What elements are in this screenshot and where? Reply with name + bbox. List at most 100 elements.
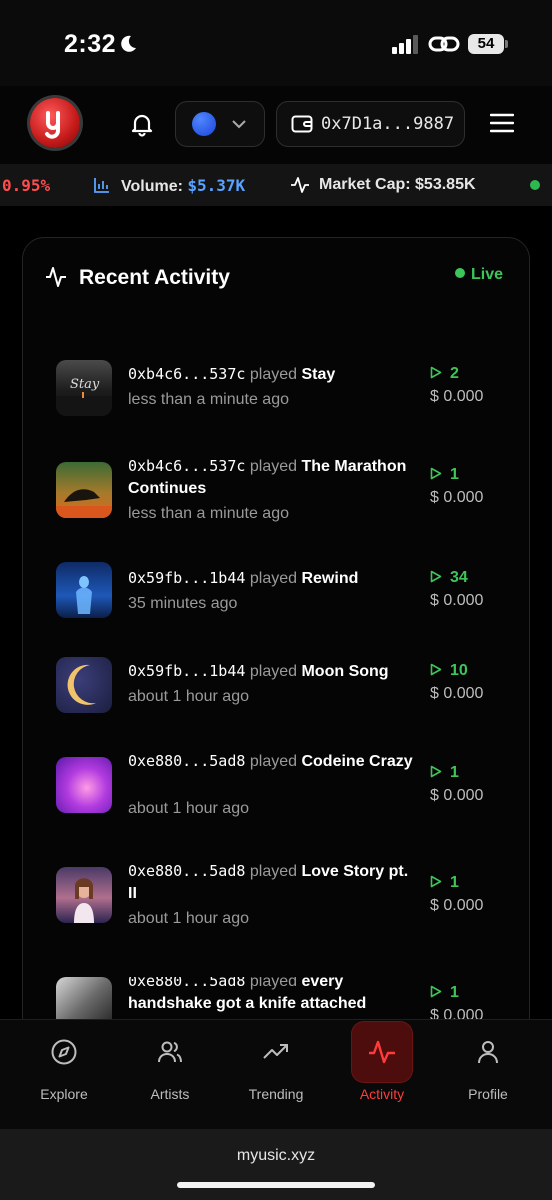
- play-icon: [430, 875, 442, 888]
- play-count: 1: [430, 764, 459, 782]
- nav-trending[interactable]: Trending: [226, 1020, 326, 1120]
- nav-label: Activity: [359, 1086, 405, 1102]
- listener-address[interactable]: 0x59fb...1b44: [128, 662, 245, 680]
- played-label: played: [249, 366, 298, 383]
- play-count-value: 1: [450, 764, 459, 781]
- played-label: played: [249, 458, 298, 475]
- album-cover-moon-song[interactable]: [56, 657, 112, 713]
- play-count-value: 2: [450, 365, 459, 382]
- bar-chart-icon: [94, 178, 109, 193]
- album-cover-rewind[interactable]: [56, 562, 112, 618]
- bell-icon[interactable]: [128, 110, 156, 138]
- play-icon: [430, 570, 442, 583]
- song-title[interactable]: Stay: [301, 366, 335, 383]
- network-icon: [192, 112, 216, 136]
- status-dot: [530, 180, 540, 190]
- activity-row[interactable]: 0x59fb...1b44 played Moon Song about 1 h…: [23, 655, 529, 755]
- earnings-amount: $ 0.000: [430, 592, 484, 609]
- play-count-value: 1: [450, 984, 459, 1001]
- wallet-button[interactable]: 0x7D1a...9887: [276, 101, 465, 147]
- activity-text: 0x59fb...1b44 played Moon Song: [128, 660, 413, 683]
- activity-icon: [369, 1040, 395, 1064]
- nav-profile[interactable]: Profile: [438, 1020, 538, 1120]
- album-cover-codeine-crazy[interactable]: [56, 757, 112, 813]
- play-count-value: 34: [450, 569, 468, 586]
- activity-row[interactable]: 0xe880...5ad8 played every handshake got…: [23, 977, 529, 1019]
- song-title[interactable]: Moon Song: [301, 663, 388, 680]
- volume-stat: Volume: $5.37K: [121, 176, 245, 196]
- users-icon: [158, 1041, 182, 1063]
- song-title[interactable]: Rewind: [301, 570, 358, 587]
- activity-row[interactable]: 0xb4c6...537c played The Marathon Contin…: [23, 457, 529, 560]
- activity-row[interactable]: 0xe880...5ad8 played Love Story pt. II a…: [23, 862, 529, 967]
- hamburger-menu-icon[interactable]: [490, 112, 514, 134]
- play-count-value: 1: [450, 466, 459, 483]
- volume-label: Volume:: [121, 178, 183, 195]
- play-icon: [430, 765, 442, 778]
- pulse-icon: [291, 177, 309, 193]
- activity-time: about 1 hour ago: [128, 688, 249, 705]
- svg-text:Stay: Stay: [70, 377, 100, 392]
- activity-text: 0xe880...5ad8 played Love Story pt. II: [128, 860, 413, 905]
- recent-activity-card: Recent Activity Live Stay 0xb4c6...537c …: [22, 237, 530, 1099]
- activity-row[interactable]: Stay 0xb4c6...537c played Stay less than…: [23, 358, 529, 458]
- activity-row[interactable]: 0xe880...5ad8 played Codeine Crazy about…: [23, 752, 529, 857]
- listener-address[interactable]: 0xb4c6...537c: [128, 457, 245, 475]
- activity-icon: [46, 267, 66, 287]
- activity-time: about 1 hour ago: [128, 910, 249, 927]
- market-cap-value: $53.85K: [415, 176, 476, 193]
- link-icon: [428, 36, 460, 52]
- play-icon: [430, 663, 442, 676]
- activity-text: 0x59fb...1b44 played Rewind: [128, 567, 413, 590]
- network-selector-button[interactable]: [175, 101, 265, 147]
- cellular-signal-icon: [392, 35, 418, 54]
- nav-artists[interactable]: Artists: [120, 1020, 220, 1120]
- activity-row[interactable]: 0x59fb...1b44 played Rewind 35 minutes a…: [23, 562, 529, 662]
- battery-tip: [505, 40, 508, 48]
- app-logo[interactable]: [30, 98, 80, 148]
- album-cover-the-marathon-continues[interactable]: [56, 462, 112, 518]
- live-label: Live: [471, 266, 504, 283]
- listener-address[interactable]: 0xe880...5ad8: [128, 977, 245, 990]
- play-icon: [430, 467, 442, 480]
- status-bar: 2:32 54: [0, 0, 552, 86]
- chevron-down-icon: [232, 120, 246, 129]
- moon-icon: [121, 35, 136, 52]
- trending-icon: [263, 1044, 288, 1059]
- activity-time: less than a minute ago: [128, 505, 289, 522]
- play-icon: [430, 366, 442, 379]
- home-indicator[interactable]: [177, 1182, 375, 1188]
- nav-explore[interactable]: Explore: [14, 1020, 114, 1120]
- earnings-amount: $ 0.000: [430, 388, 484, 405]
- market-cap-stat: Market Cap: $53.85K: [319, 176, 476, 194]
- battery-level: 54: [468, 34, 504, 54]
- play-count: 1: [430, 466, 459, 484]
- nav-label: Trending: [248, 1086, 304, 1102]
- play-count: 1: [430, 984, 459, 1002]
- album-cover-every-handshake[interactable]: [56, 977, 112, 1019]
- live-badge: Live: [455, 266, 503, 284]
- listener-address[interactable]: 0xb4c6...537c: [128, 365, 245, 383]
- play-count: 1: [430, 874, 459, 892]
- earnings-amount: $ 0.000: [430, 489, 484, 506]
- listener-address[interactable]: 0x59fb...1b44: [128, 569, 245, 587]
- market-cap-label: Market Cap:: [319, 176, 411, 193]
- play-count: 10: [430, 662, 468, 680]
- played-label: played: [249, 753, 298, 770]
- played-label: played: [249, 977, 298, 990]
- volume-value: $5.37K: [187, 176, 246, 195]
- url-text[interactable]: myusic.xyz: [0, 1147, 552, 1165]
- listener-address[interactable]: 0xe880...5ad8: [128, 862, 245, 880]
- price-change: 0.95%: [2, 176, 51, 195]
- nav-label: Profile: [468, 1086, 508, 1102]
- play-count: 2: [430, 365, 459, 383]
- listener-address[interactable]: 0xe880...5ad8: [128, 752, 245, 770]
- status-time: 2:32: [64, 30, 117, 58]
- earnings-amount: $ 0.000: [430, 1007, 484, 1019]
- album-cover-stay[interactable]: Stay: [56, 360, 112, 416]
- nav-activity[interactable]: Activity: [332, 1020, 432, 1120]
- app-header: 0x7D1a...9887: [0, 86, 552, 164]
- browser-address-bar[interactable]: myusic.xyz: [0, 1129, 552, 1200]
- song-title[interactable]: Codeine Crazy: [301, 753, 412, 770]
- album-cover-love-story-pt-ii[interactable]: [56, 867, 112, 923]
